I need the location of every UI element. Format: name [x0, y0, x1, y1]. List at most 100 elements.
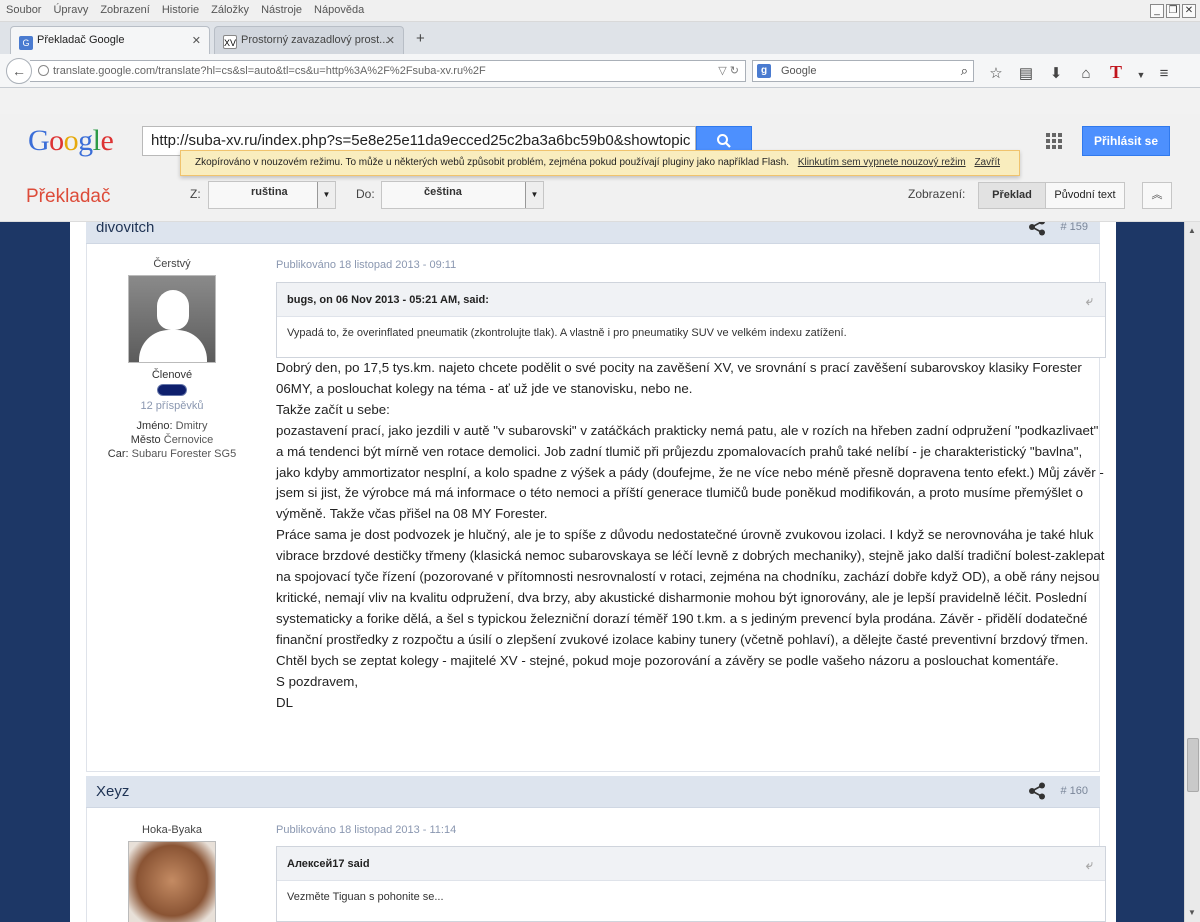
quote-text: Vypadá to, že overinflated pneumatik (zk…	[287, 327, 847, 339]
disable-emergency-mode-link[interactable]: Klinkutím sem vypnete nouzový režim	[798, 157, 966, 168]
tab-title: Prostorný zavazadlový prost...	[241, 34, 389, 46]
tab-forum[interactable]: XV Prostorný zavazadlový prost... ✕	[214, 26, 404, 54]
view-original-button[interactable]: Původní text	[1045, 182, 1125, 209]
quote-header: bugs, on 06 Nov 2013 - 05:21 AM, said: ⤶	[277, 283, 1105, 317]
post-line: finanční prostředky z rozpočtu a úsilí o…	[276, 631, 1089, 647]
quote-text: Vezměte Tiguan s pohonite se...	[287, 891, 444, 903]
apps-grid-icon[interactable]	[1046, 133, 1062, 149]
scroll-down-icon[interactable]: ▼	[1188, 908, 1196, 917]
quote-block: Алексей17 said ⤶ Vezměte Tiguan s pohoni…	[276, 846, 1106, 922]
post-line: jako kdyby ammortizator nesplní, a kolo …	[276, 464, 1104, 480]
post-line: jsem si jist, že výrobce má má informace…	[276, 485, 1084, 501]
chevron-down-icon: ▼	[525, 182, 543, 208]
menu-zobrazeni[interactable]: Zobrazení	[94, 0, 156, 16]
menu-nastroje[interactable]: Nástroje	[255, 0, 308, 16]
post-line: a má tendenci být mírně ven rotace demol…	[276, 443, 1083, 459]
xv-favicon: XV	[223, 35, 237, 49]
minimize-icon[interactable]: _	[1150, 4, 1164, 18]
target-language-value: čeština	[424, 186, 462, 198]
post-count: 12 příspěvků	[140, 400, 204, 412]
reload-icon[interactable]: ▽ ↻	[718, 61, 739, 81]
bookmark-star-icon[interactable]: ☆	[986, 64, 1006, 82]
share-icon[interactable]	[1028, 782, 1046, 800]
signin-button[interactable]: Přihlásit se	[1082, 126, 1170, 156]
reply-arrow-icon[interactable]: ⤶	[1086, 293, 1093, 309]
post-body: Čerstvý Členové 12 příspěvků Jméno: Dmit…	[86, 244, 1106, 772]
post-header: Xeyz # 160	[86, 776, 1100, 808]
collapse-header-icon[interactable]: ︽	[1142, 182, 1172, 209]
post-line: DL	[276, 694, 293, 710]
google-search-icon: g	[757, 64, 771, 78]
post-line: vibrace brzdové destičky třmeny (klasick…	[276, 548, 1105, 564]
menu-soubor[interactable]: Soubor	[0, 0, 47, 16]
target-language-select[interactable]: čeština ▼	[381, 181, 544, 209]
post-header: divovitch # 159	[86, 222, 1100, 244]
post-number[interactable]: # 160	[1060, 785, 1088, 797]
translator-title[interactable]: Překladač	[26, 186, 111, 208]
profile-field-city: Město Černovice	[97, 434, 247, 446]
new-tab-icon[interactable]: +	[416, 30, 425, 47]
post-line: systematicky a forike dělá, a šel s typi…	[276, 610, 1088, 626]
google-translate-icon: G	[19, 36, 33, 50]
back-button[interactable]: ←	[6, 58, 32, 84]
view-translated-button[interactable]: Překlad	[978, 182, 1046, 209]
post-date[interactable]: Publikováno 18 listopad 2013 - 11:14	[276, 824, 456, 836]
search-input[interactable]: g Google ⌕	[752, 60, 974, 82]
post-author[interactable]: Xeyz	[96, 783, 129, 800]
post-line: Práce sama je dost podvozek je hlučný, a…	[276, 527, 1094, 543]
source-language-select[interactable]: ruština ▼	[208, 181, 336, 209]
extension-t-icon[interactable]: T	[1106, 62, 1126, 83]
field-label: Car:	[107, 448, 129, 460]
download-icon[interactable]: ⬇	[1046, 64, 1066, 82]
scroll-up-icon[interactable]: ▲	[1188, 226, 1196, 235]
field-label: Město	[130, 434, 161, 446]
search-placeholder: Google	[781, 65, 817, 77]
field-value: Subaru Forester SG5	[131, 448, 237, 460]
home-icon[interactable]: ⌂	[1076, 65, 1096, 82]
address-bar[interactable]: translate.google.com/translate?hl=cs&sl=…	[30, 60, 746, 82]
reply-arrow-icon[interactable]: ⤶	[1086, 857, 1093, 873]
author-panel: Čerstvý Členové 12 příspěvků Jméno: Dmit…	[97, 258, 247, 460]
emergency-mode-notice: Zkopírováno v nouzovém režimu. To může u…	[180, 150, 1020, 176]
hamburger-menu-icon[interactable]: ≡	[1154, 65, 1174, 82]
address-text: translate.google.com/translate?hl=cs&sl=…	[53, 65, 486, 77]
post-line: Takže začít u sebe:	[276, 401, 390, 417]
avatar[interactable]	[128, 841, 216, 922]
menu-historie[interactable]: Historie	[156, 0, 205, 16]
rank-pip-icon	[157, 384, 187, 396]
post-line: výměně. Takže včas přišel na 08 MY Fores…	[276, 506, 548, 522]
close-tab-icon[interactable]: ✕	[192, 34, 201, 47]
toolbar-icons: ☆ ▤ ⬇ ⌂ T ▼ ≡	[986, 62, 1184, 83]
quote-block: bugs, on 06 Nov 2013 - 05:21 AM, said: ⤶…	[276, 282, 1106, 358]
close-window-icon[interactable]: ✕	[1182, 4, 1196, 18]
globe-icon	[38, 65, 49, 76]
restore-icon[interactable]: ❐	[1166, 4, 1180, 18]
post-line: Dobrý den, po 17,5 tys.km. najeto chcete…	[276, 360, 1082, 375]
tab-google-translate[interactable]: G Překladač Google ✕	[10, 26, 210, 54]
post-author[interactable]: divovitch	[96, 222, 154, 236]
scrollbar-thumb[interactable]	[1187, 738, 1199, 792]
navigation-bar: translate.google.com/translate?hl=cs&sl=…	[0, 54, 1200, 88]
menu-zalozky[interactable]: Záložky	[205, 0, 255, 16]
share-icon[interactable]	[1028, 222, 1046, 236]
search-icon[interactable]: ⌕	[961, 61, 968, 81]
reading-list-icon[interactable]: ▤	[1016, 64, 1036, 82]
post-line: S pozdravem,	[276, 673, 359, 689]
notice-text: Zkopírováno v nouzovém režimu. To může u…	[195, 157, 790, 168]
menu-upravy[interactable]: Úpravy	[47, 0, 94, 16]
menu-dropdown-icon[interactable]: ▼	[1136, 70, 1146, 80]
page-scrollbar[interactable]: ▲ ▼	[1184, 222, 1200, 922]
close-tab-icon[interactable]: ✕	[386, 34, 395, 47]
post-number[interactable]: # 159	[1060, 222, 1088, 233]
tab-strip: G Překladač Google ✕ XV Prostorný zavazadl…	[0, 22, 1200, 54]
menu-napoveda[interactable]: Nápověda	[308, 0, 370, 16]
member-rank: Čerstvý	[153, 258, 191, 270]
forum-content: divovitch # 159 Čerstvý Členové 12 přísp…	[70, 222, 1116, 922]
view-label: Zobrazení:	[908, 187, 966, 201]
avatar[interactable]	[128, 275, 216, 363]
post-date[interactable]: Publikováno 18 listopad 2013 - 09:11	[276, 259, 456, 271]
google-logo[interactable]: Google	[28, 124, 114, 158]
notice-close-link[interactable]: Zavřít	[974, 157, 1000, 168]
source-language-value: ruština	[251, 186, 288, 198]
profile-field-car: Car: Subaru Forester SG5	[97, 448, 247, 460]
